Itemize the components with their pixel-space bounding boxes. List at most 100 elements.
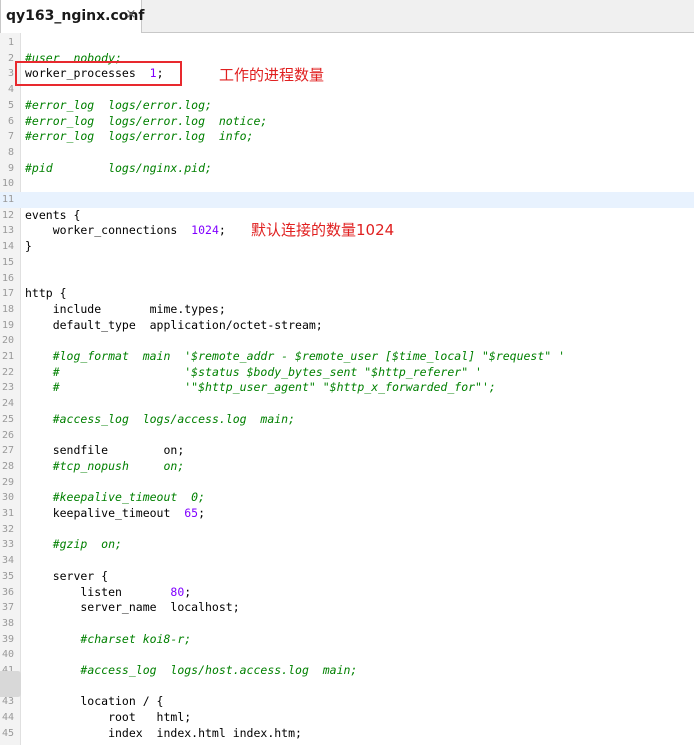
line-number: 38	[1, 617, 14, 629]
line-number: 5	[7, 99, 14, 111]
line-number: 18	[1, 303, 14, 315]
line-number: 31	[1, 508, 14, 519]
code-line[interactable]: 9 #pid logs/nginx.pid;	[0, 161, 694, 177]
code-line[interactable]: 40	[0, 647, 694, 663]
code-line[interactable]: 11	[0, 192, 694, 208]
line-number: 33	[1, 539, 14, 551]
line-code[interactable]: #log_format main '$remote_addr - $remote…	[25, 349, 565, 365]
code-line[interactable]: 32	[0, 522, 694, 538]
code-editor[interactable]: 1 2 #user nobody; 3 worker_processes 1; 4 5 #er…	[0, 33, 694, 745]
code-line[interactable]: 31 keepalive_timeout 65;	[0, 506, 694, 522]
line-code[interactable]: server {	[25, 569, 108, 585]
line-code[interactable]: keepalive_timeout 65;	[25, 506, 205, 522]
line-number: 25	[1, 413, 14, 425]
line-number: 27	[1, 445, 14, 457]
code-line[interactable]: 38	[0, 616, 694, 632]
code-line[interactable]: 6 #error_log logs/error.log notice;	[0, 114, 694, 130]
line-code[interactable]: #pid logs/nginx.pid;	[25, 161, 212, 177]
annotation-worker-connections: 默认连接的数量1024	[251, 221, 395, 239]
code-line[interactable]: 30 #keepalive_timeout 0;	[0, 490, 694, 506]
line-code[interactable]: default_type application/octet-stream;	[25, 318, 323, 334]
code-line[interactable]: 7 #error_log logs/error.log info;	[0, 129, 694, 145]
code-line[interactable]: 43 location / {	[0, 694, 694, 710]
line-code[interactable]: worker_connections 1024;	[25, 223, 226, 239]
line-number: 36	[1, 586, 14, 598]
tab-file[interactable]: qy163_nginx.conf ×	[0, 0, 144, 33]
line-code[interactable]: listen 80;	[25, 585, 191, 601]
line-code[interactable]: location / {	[25, 694, 163, 710]
line-code[interactable]: include mime.types;	[25, 302, 226, 318]
code-line[interactable]: 26	[0, 428, 694, 444]
code-line[interactable]: 24	[0, 396, 694, 412]
close-icon[interactable]: ×	[124, 8, 138, 22]
line-code[interactable]: # '$status $body_bytes_sent "$http_refer…	[25, 365, 482, 381]
code-line[interactable]: 10	[0, 176, 694, 192]
code-line[interactable]: 19 default_type application/octet-stream…	[0, 318, 694, 334]
line-code[interactable]: #charset koi8-r;	[25, 632, 191, 648]
code-line[interactable]: 25 #access_log logs/access.log main;	[0, 412, 694, 428]
code-line[interactable]: 17 http {	[0, 286, 694, 302]
line-number: 24	[1, 398, 14, 410]
code-line[interactable]: 16	[0, 271, 694, 287]
line-number: 32	[1, 523, 14, 535]
line-code[interactable]: #tcp_nopush on;	[25, 459, 185, 475]
line-code[interactable]: sendfile on;	[25, 443, 185, 459]
tab-bar: qy163_nginx.conf ×	[0, 0, 694, 33]
line-code[interactable]: index index.html index.htm;	[25, 726, 302, 742]
code-line[interactable]: 15	[0, 255, 694, 271]
line-number: 39	[1, 633, 14, 645]
annotation-worker-processes: 工作的进程数量	[219, 66, 325, 84]
code-line[interactable]: 1	[0, 35, 694, 51]
line-number: 30	[1, 492, 14, 504]
line-number: 23	[1, 382, 14, 394]
line-number: 7	[7, 131, 14, 143]
line-number: 19	[1, 319, 14, 331]
line-code[interactable]: events {	[25, 208, 80, 224]
code-line[interactable]: 23 # '"$http_user_agent" "$http_x_forwar…	[0, 380, 694, 396]
code-line[interactable]: 37 server_name localhost;	[0, 600, 694, 616]
line-code[interactable]: #gzip on;	[25, 537, 122, 553]
code-line[interactable]: 14}	[0, 239, 694, 255]
line-number: 29	[1, 476, 14, 488]
line-code[interactable]: #error_log logs/error.log notice;	[25, 114, 267, 130]
code-line[interactable]: 39 #charset koi8-r;	[0, 632, 694, 648]
line-code[interactable]: root html;	[25, 710, 191, 726]
code-line[interactable]: 29	[0, 475, 694, 491]
line-code[interactable]: #access_log logs/access.log main;	[25, 412, 295, 428]
line-code[interactable]: # '"$http_user_agent" "$http_x_forwarded…	[25, 380, 496, 396]
line-number: 35	[1, 570, 14, 582]
code-line[interactable]: 34	[0, 553, 694, 569]
code-line[interactable]: 20	[0, 333, 694, 349]
line-code[interactable]: http {	[25, 286, 67, 302]
code-line[interactable]: 21 #log_format main '$remote_addr - $rem…	[0, 349, 694, 365]
code-line[interactable]: 8	[0, 145, 694, 161]
line-code[interactable]: }	[25, 239, 32, 255]
line-code[interactable]: #keepalive_timeout 0;	[25, 490, 205, 506]
code-line[interactable]: 36 listen 80;	[0, 585, 694, 601]
code-line[interactable]: 42	[0, 679, 694, 695]
line-number: 9	[7, 162, 14, 174]
line-number: 26	[1, 429, 14, 441]
line-code[interactable]: #error_log logs/error.log info;	[25, 129, 253, 145]
line-code[interactable]: #error_log logs/error.log;	[25, 98, 212, 114]
code-line[interactable]: 22 # '$status $body_bytes_sent "$http_re…	[0, 365, 694, 381]
line-number: 21	[1, 351, 14, 362]
gutter-scroll-marker[interactable]	[0, 671, 21, 697]
code-line[interactable]: 27 sendfile on;	[0, 443, 694, 459]
code-line[interactable]: 18 include mime.types;	[0, 302, 694, 318]
code-line[interactable]: 33 #gzip on;	[0, 537, 694, 553]
line-number: 37	[1, 602, 14, 614]
line-number: 12	[1, 209, 14, 221]
code-line[interactable]: 28 #tcp_nopush on;	[0, 459, 694, 475]
line-code[interactable]: server_name localhost;	[25, 600, 239, 616]
line-number: 44	[1, 712, 14, 724]
code-line[interactable]: 41 #access_log logs/host.access.log main…	[0, 663, 694, 679]
code-line[interactable]: 35 server {	[0, 569, 694, 585]
code-line[interactable]: 5 #error_log logs/error.log;	[0, 98, 694, 114]
code-line[interactable]: 44 root html;	[0, 710, 694, 726]
highlight-box	[15, 61, 182, 86]
line-code[interactable]: #access_log logs/host.access.log main;	[25, 663, 357, 679]
code-line[interactable]: 45 index index.html index.htm;	[0, 726, 694, 742]
line-number: 6	[7, 115, 14, 127]
line-number: 40	[1, 649, 14, 661]
